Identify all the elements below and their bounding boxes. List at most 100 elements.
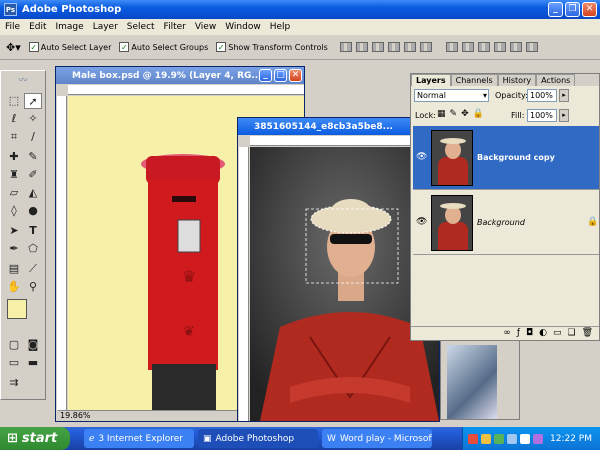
menu-view[interactable]: View (195, 22, 216, 32)
history-brush-tool-icon[interactable]: ✐ (24, 167, 42, 183)
pen-tool-icon[interactable]: ✒ (5, 241, 23, 257)
quick-mask-mode-icon[interactable]: ◙ (24, 337, 42, 353)
menu-layer[interactable]: Layer (93, 22, 118, 32)
menu-window[interactable]: Window (225, 22, 261, 32)
healing-brush-tool-icon[interactable]: ✚ (5, 149, 23, 165)
menu-help[interactable]: Help (270, 22, 291, 32)
move-tool-preset-icon[interactable]: ✥▾ (6, 41, 21, 54)
start-button[interactable]: ⊞ start (0, 427, 70, 450)
marquee-tool-icon[interactable]: ⬚ (5, 93, 23, 109)
doc-close-button[interactable]: ✕ (289, 69, 302, 82)
menu-edit[interactable]: Edit (29, 22, 46, 32)
distribute-left-icon[interactable] (493, 42, 506, 52)
eraser-tool-icon[interactable]: ▱ (5, 185, 23, 201)
eye-icon[interactable]: 👁 (416, 217, 427, 227)
fill-input[interactable]: 100% (527, 109, 557, 122)
distribute-right-icon[interactable] (525, 42, 538, 52)
lock-pixels-icon[interactable]: ✎ (450, 109, 458, 119)
notes-tool-icon[interactable]: ▤ (5, 261, 23, 277)
paint-bucket-tool-icon[interactable]: ◭ (24, 185, 42, 201)
eye-icon[interactable]: 👁 (416, 152, 427, 162)
shape-tool-icon[interactable]: ⬠ (24, 241, 42, 257)
move-tool-icon[interactable]: ➚ (24, 93, 42, 109)
options-bar: ✥▾ ✓ Auto Select Layer ✓ Auto Select Group… (0, 35, 600, 60)
lock-all-icon[interactable]: 🔒 (473, 109, 484, 119)
layer-row-background[interactable]: 👁 Background 🔒 (413, 191, 599, 255)
tray-app-icon[interactable] (494, 433, 504, 444)
menu-filter[interactable]: Filter (164, 22, 186, 32)
tab-channels[interactable]: Channels (450, 74, 498, 86)
doc-minimize-button[interactable]: _ (259, 69, 272, 82)
path-selection-tool-icon[interactable]: ➤ (5, 223, 23, 239)
layer-style-icon[interactable]: ƒ (517, 327, 520, 340)
document-titlebar[interactable]: 3851605144_e8cb3a5be8... (238, 118, 439, 135)
link-layers-icon[interactable]: ∞ (503, 327, 511, 340)
task-internet-explorer[interactable]: ℯ3 Internet Explorer (84, 429, 194, 448)
tray-app-icon[interactable] (533, 433, 543, 444)
align-top-icon[interactable] (339, 42, 352, 52)
type-tool-icon[interactable]: T (24, 223, 42, 239)
show-transform-controls-checkbox[interactable]: ✓ Show Transform Controls (216, 42, 328, 52)
new-group-icon[interactable]: ▭ (553, 327, 562, 340)
align-center-icon[interactable] (403, 42, 416, 52)
layer-row-background-copy[interactable]: 👁 Background copy (413, 126, 599, 190)
tray-app-icon[interactable] (468, 433, 478, 444)
menu-select[interactable]: Select (127, 22, 155, 32)
hand-tool-icon[interactable]: ✋ (5, 279, 23, 295)
layer-name: Background (477, 218, 525, 227)
align-middle-icon[interactable] (355, 42, 368, 52)
jump-to-imageready-icon[interactable]: ⇉ (5, 375, 23, 391)
blur-tool-icon[interactable]: ◊ (5, 203, 23, 219)
fill-slider-arrow-icon[interactable]: ▸ (559, 109, 569, 122)
tray-network-icon[interactable] (507, 433, 517, 444)
adjustment-layer-icon[interactable]: ◐ (539, 327, 547, 340)
auto-select-layer-checkbox[interactable]: ✓ Auto Select Layer (28, 42, 111, 52)
opacity-slider-arrow-icon[interactable]: ▸ (559, 89, 569, 102)
minimize-button[interactable]: _ (548, 2, 563, 17)
distribute-middle-icon[interactable] (461, 42, 474, 52)
foreground-color-swatch[interactable] (7, 299, 27, 319)
screen-mode-full-icon[interactable]: ▬ (24, 355, 42, 371)
task-word[interactable]: WWord play - Microsoft... (322, 429, 432, 448)
align-right-icon[interactable] (419, 42, 432, 52)
screen-mode-standard-icon[interactable]: ▭ (5, 355, 23, 371)
dodge-tool-icon[interactable]: ● (24, 203, 42, 219)
close-button[interactable]: ✕ (582, 2, 597, 17)
check-icon: ✓ (216, 42, 227, 52)
slice-tool-icon[interactable]: ∕ (24, 129, 42, 145)
menu-image[interactable]: Image (56, 22, 84, 32)
delete-layer-icon[interactable]: 🗑 (582, 327, 593, 340)
zoom-tool-icon[interactable]: ⚲ (24, 279, 42, 295)
tray-app-icon[interactable] (481, 433, 491, 444)
lock-position-icon[interactable]: ✥ (461, 109, 469, 119)
layer-mask-icon[interactable]: ◘ (526, 327, 533, 340)
tab-history[interactable]: History (497, 74, 537, 86)
blend-mode-select[interactable]: Normal ▾ (414, 89, 489, 102)
clock[interactable]: 12:22 PM (550, 434, 592, 444)
auto-select-groups-checkbox[interactable]: ✓ Auto Select Groups (119, 42, 208, 52)
tab-layers[interactable]: Layers (411, 74, 451, 86)
brush-tool-icon[interactable]: ✎ (24, 149, 42, 165)
standard-mode-icon[interactable]: ▢ (5, 337, 23, 353)
tray-volume-icon[interactable] (520, 433, 530, 444)
crop-tool-icon[interactable]: ⌗ (5, 129, 23, 145)
eyedropper-tool-icon[interactable]: ⟋ (24, 261, 42, 277)
lock-transparency-icon[interactable]: ▦ (437, 109, 446, 119)
distribute-center-icon[interactable] (509, 42, 522, 52)
distribute-bottom-icon[interactable] (477, 42, 490, 52)
task-adobe-photoshop[interactable]: ▣ Adobe Photoshop (198, 429, 318, 448)
restore-button[interactable]: ❐ (565, 2, 580, 17)
magic-wand-tool-icon[interactable]: ✧ (24, 111, 42, 127)
align-bottom-icon[interactable] (371, 42, 384, 52)
tab-actions[interactable]: Actions (536, 74, 576, 86)
clone-stamp-tool-icon[interactable]: ♜ (5, 167, 23, 183)
menu-file[interactable]: File (5, 22, 20, 32)
opacity-input[interactable]: 100% (527, 89, 557, 102)
align-left-icon[interactable] (387, 42, 400, 52)
photo-thumbnail-image (447, 345, 497, 419)
lasso-tool-icon[interactable]: ℓ (5, 111, 23, 127)
new-layer-icon[interactable]: ❏ (567, 327, 575, 340)
distribute-top-icon[interactable] (445, 42, 458, 52)
background-window[interactable] (440, 340, 520, 420)
doc-maximize-button[interactable]: □ (274, 69, 287, 82)
